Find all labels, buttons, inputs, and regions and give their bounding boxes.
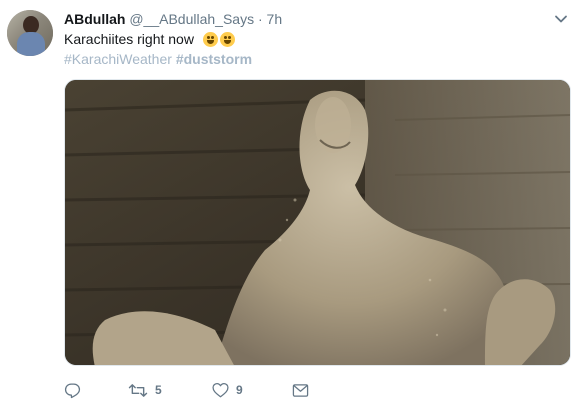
- retweet-button[interactable]: 5: [128, 382, 212, 399]
- like-count: 9: [236, 383, 243, 397]
- tweet-text-content: Karachiites right now: [64, 31, 194, 47]
- like-button[interactable]: 9: [212, 382, 292, 398]
- hashtag-line: #KarachiWeather #duststorm: [64, 50, 252, 68]
- envelope-icon: [292, 383, 309, 398]
- tweet[interactable]: ABdullah @__ABdullah_Says · 7h Karachiit…: [0, 0, 581, 404]
- tears-of-joy-emoji: [219, 32, 235, 47]
- retweet-icon: [128, 382, 148, 399]
- tweet-timestamp[interactable]: 7h: [267, 11, 283, 27]
- tweet-text: Karachiites right now: [64, 29, 235, 49]
- tweet-actions: 5 9: [64, 381, 309, 399]
- chevron-down-icon[interactable]: [554, 12, 568, 26]
- reply-icon: [64, 382, 81, 399]
- statue-photo: [65, 80, 570, 365]
- tweet-media-image[interactable]: [64, 79, 571, 366]
- grinning-face-emoji: [202, 32, 218, 47]
- heart-icon: [212, 382, 229, 398]
- retweet-count: 5: [155, 383, 162, 397]
- tweet-header: ABdullah @__ABdullah_Says · 7h: [64, 10, 282, 28]
- hashtag-karachiweather[interactable]: #KarachiWeather: [64, 51, 172, 67]
- user-handle[interactable]: @__ABdullah_Says: [129, 11, 254, 27]
- avatar[interactable]: [7, 10, 53, 56]
- direct-message-button[interactable]: [292, 383, 309, 398]
- hashtag-duststorm[interactable]: #duststorm: [176, 51, 252, 67]
- reply-button[interactable]: [64, 382, 128, 399]
- display-name[interactable]: ABdullah: [64, 11, 125, 27]
- separator-dot: ·: [257, 11, 263, 27]
